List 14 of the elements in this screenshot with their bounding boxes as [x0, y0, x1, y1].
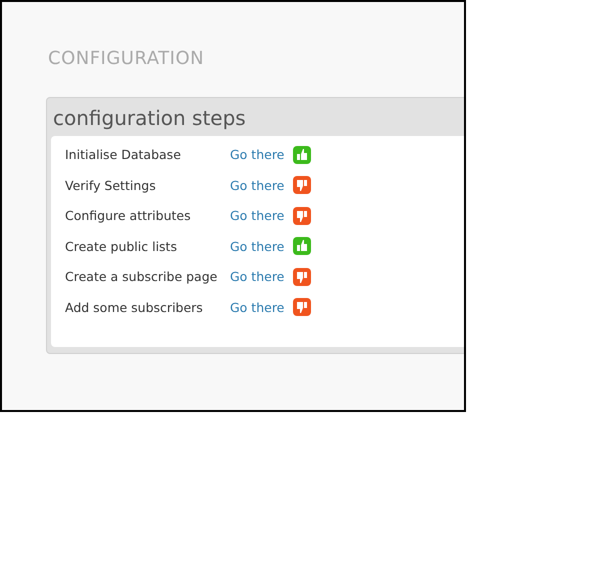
- step-label: Verify Settings: [65, 178, 157, 193]
- step-label: Add some subscribers: [65, 300, 204, 315]
- go-there-link[interactable]: Go there: [230, 208, 284, 224]
- step-label: Create public lists: [65, 238, 178, 254]
- page-title: CONFIGURATION: [48, 48, 206, 69]
- go-there-link[interactable]: Go there: [230, 238, 284, 254]
- step-label: Configure attributes: [65, 208, 192, 224]
- go-there-link[interactable]: Go there: [230, 178, 284, 193]
- go-there-link[interactable]: Go there: [230, 300, 284, 315]
- step-label: Initialise Database: [65, 147, 182, 162]
- go-there-link[interactable]: Go there: [230, 269, 284, 284]
- go-there-link[interactable]: Go there: [230, 147, 284, 162]
- panel-title: configuration steps: [52, 105, 247, 132]
- step-label: Create a subscribe page: [65, 269, 218, 284]
